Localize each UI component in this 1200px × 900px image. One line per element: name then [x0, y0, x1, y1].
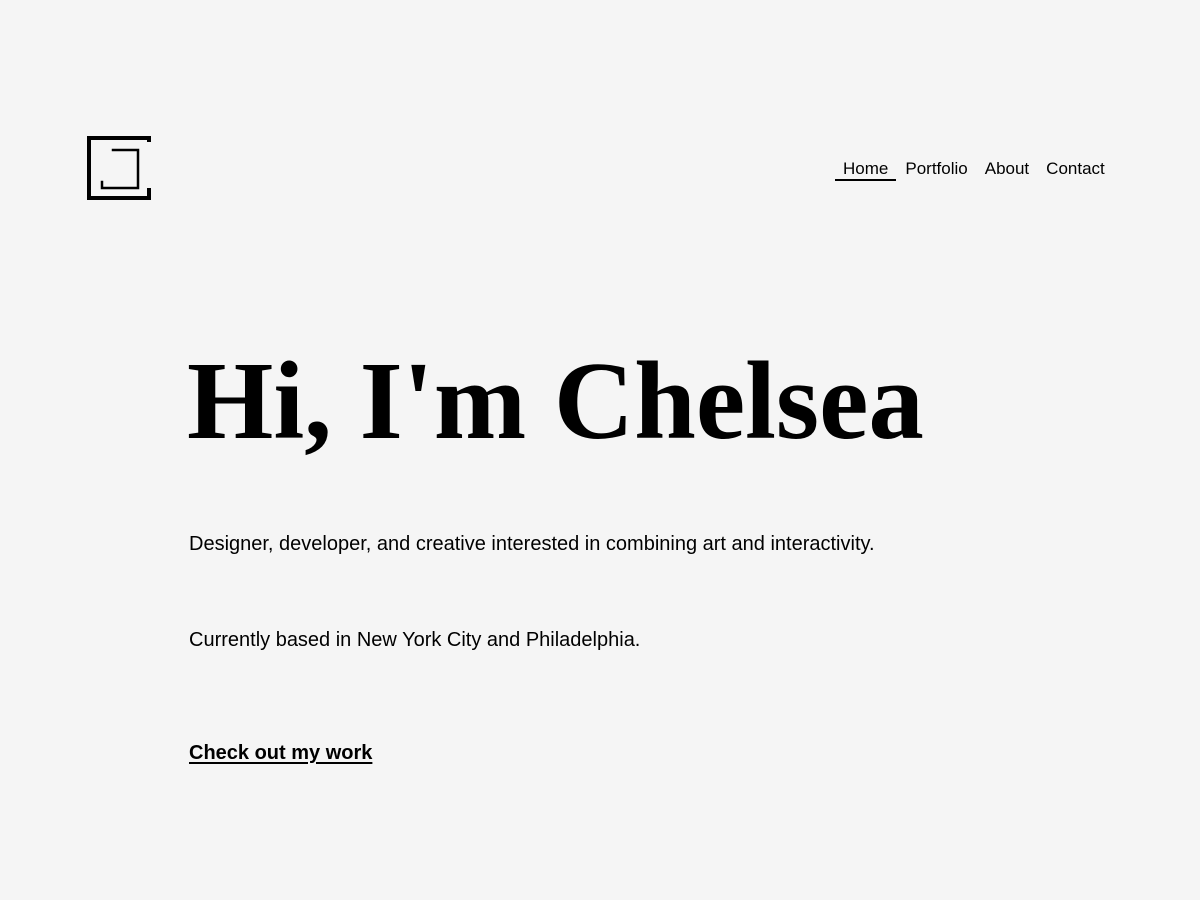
nav-portfolio-link[interactable]: Portfolio	[905, 159, 967, 179]
hero-title: Hi, I'm Chelsea	[187, 340, 924, 463]
nav-home-link[interactable]: Home	[835, 159, 897, 181]
main-nav: Home Portfolio About Contact	[835, 159, 1105, 181]
hero-location: Currently based in New York City and Phi…	[189, 629, 641, 651]
check-out-work-link[interactable]: Check out my work	[189, 741, 372, 765]
nav-about-link[interactable]: About	[985, 159, 1029, 179]
nav-contact-link[interactable]: Contact	[1046, 159, 1105, 179]
logo-icon[interactable]	[87, 136, 151, 200]
hero-tagline: Designer, developer, and creative intere…	[189, 533, 875, 555]
